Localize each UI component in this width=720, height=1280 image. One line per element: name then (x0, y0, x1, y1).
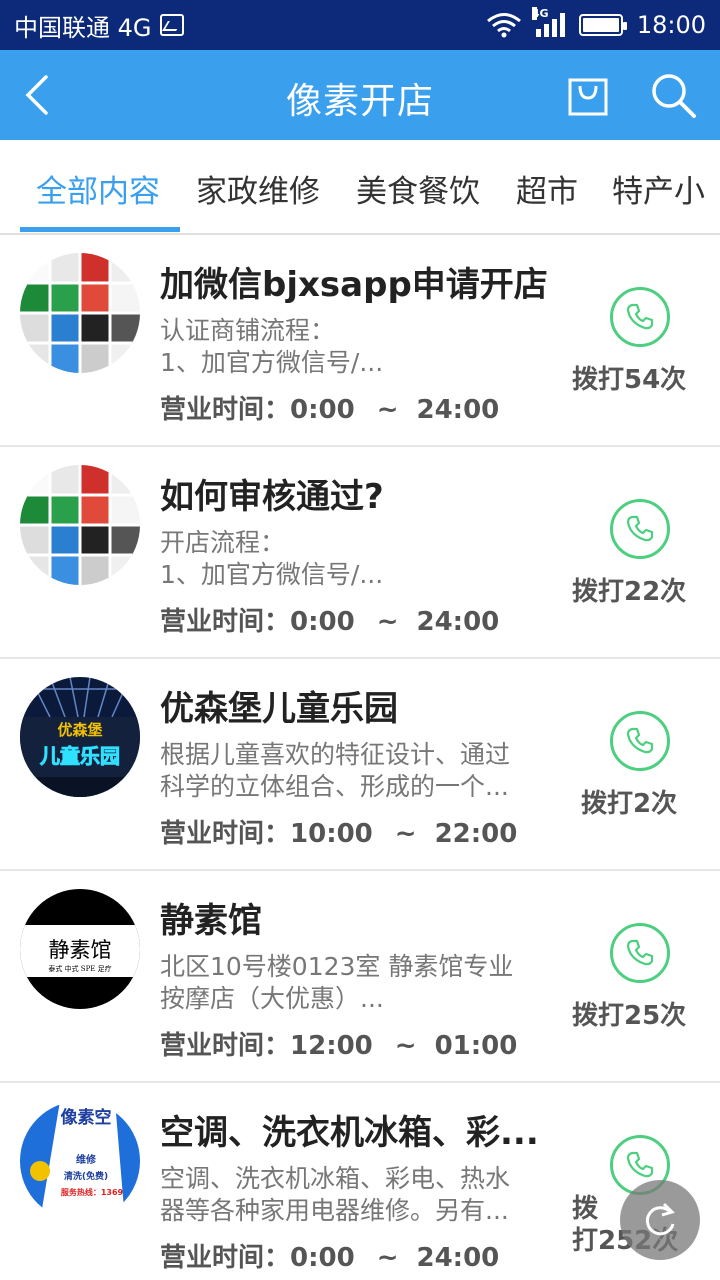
description-line: 按摩店（大优惠）... (160, 984, 384, 1013)
list-item[interactable]: 静素馆 泰式 中式 SPE 足疗 静素馆 北区10号楼0123室 静素馆专业 按… (0, 871, 720, 1083)
hours-label: 营业时间： (160, 607, 291, 637)
description-line: 科学的立体组合、形成的一个... (160, 772, 509, 801)
tab-all[interactable]: 全部内容 (36, 166, 160, 211)
shop-avatar: 静素馆 泰式 中式 SPE 足疗 (20, 889, 140, 1009)
description-line: 1、加官方微信号/... (160, 560, 384, 589)
description-line: 认证商铺流程： (160, 316, 336, 345)
hours-label: 营业时间： (160, 819, 291, 849)
refresh-icon (645, 1202, 675, 1236)
carrier-label: 中国联通 4G (14, 13, 152, 42)
shop-avatar: 优森堡 儿童乐园 (20, 677, 140, 797)
call-count: 拨打2次 (581, 789, 678, 819)
hours-separator: ~ (376, 607, 399, 637)
shop-description: 认证商铺流程： 1、加官方微信号/... (160, 315, 560, 379)
description-line: 开店流程： (160, 528, 286, 557)
shop-title: 静素馆 (160, 901, 262, 941)
hours-separator: ~ (394, 1031, 417, 1061)
refresh-button[interactable] (620, 1180, 700, 1260)
description-line: 1、加官方微信号/... (160, 348, 384, 377)
app-header: 像素开店 (0, 50, 720, 140)
business-hours: 营业时间：12:00 ~01:00 (160, 1025, 517, 1062)
business-hours: 营业时间：0:00 ~24:00 (160, 389, 499, 426)
hours-separator: ~ (376, 395, 399, 425)
status-bar: 中国联通 4G 4G 18:00 (0, 0, 720, 50)
active-tab-indicator (20, 227, 180, 232)
description-line: 空调、洗衣机冰箱、彩电、热水 (160, 1164, 511, 1193)
close-time: 22:00 (434, 819, 518, 849)
shop-description: 开店流程： 1、加官方微信号/... (160, 527, 560, 591)
close-time: 24:00 (416, 607, 500, 637)
shop-description: 空调、洗衣机冰箱、彩电、热水 器等各种家用电器维修。另有... (160, 1163, 560, 1227)
hours-label: 营业时间： (160, 395, 291, 425)
call-count: 拨打54次 (572, 365, 687, 395)
logo-text: 静素馆 (49, 938, 112, 962)
search-icon[interactable] (648, 70, 698, 120)
shop-title: 加微信bjxsapp申请开店 (160, 265, 548, 305)
business-hours: 营业时间：0:00 ~24:00 (160, 1237, 499, 1274)
list-item[interactable]: 像素空 维修 清洗(免费) 服务热线：1369 空调、洗衣机冰箱、彩... 空调… (0, 1083, 720, 1280)
description-line: 北区10号楼0123室 静素馆专业 (160, 952, 514, 981)
tab-housekeeping-repair[interactable]: 家政维修 (196, 166, 320, 211)
open-time: 0:00 (290, 607, 355, 637)
hours-separator: ~ (376, 1243, 399, 1273)
battery-icon (578, 14, 627, 36)
list-item[interactable]: 优森堡 儿童乐园 优森堡儿童乐园 根据儿童喜欢的特征设计、通过 科学的立体组合、… (0, 659, 720, 871)
logo-text: 优森堡 (57, 721, 102, 739)
open-time: 0:00 (290, 395, 355, 425)
logo-subtext: 泰式 中式 SPE 足疗 (48, 964, 111, 973)
business-hours: 营业时间：0:00 ~24:00 (160, 601, 499, 638)
hours-separator: ~ (394, 819, 417, 849)
page-title: 像素开店 (285, 81, 434, 122)
close-time: 24:00 (416, 395, 500, 425)
logo-text: 服务热线：1369 (61, 1187, 124, 1197)
open-time: 10:00 (290, 819, 373, 849)
category-tabs: 全部内容 家政维修 美食餐饮 超市 特产小 (0, 140, 720, 235)
network-type-label: 4G (531, 7, 549, 20)
logo-text: 清洗(免费) (64, 1170, 108, 1182)
business-hours: 营业时间：10:00 ~22:00 (160, 813, 517, 850)
hours-label: 营业时间： (160, 1031, 291, 1061)
call-button[interactable] (610, 923, 670, 983)
tab-local-specialty[interactable]: 特产小 (612, 166, 705, 211)
call-button[interactable] (610, 287, 670, 347)
shopping-bag-icon[interactable] (566, 74, 610, 118)
shop-avatar (20, 465, 140, 585)
image-notification-icon (159, 14, 184, 36)
close-time: 01:00 (434, 1031, 518, 1061)
shop-list: 加微信bjxsapp申请开店 认证商铺流程： 1、加官方微信号/... 营业时间… (0, 235, 720, 1280)
phone-icon (626, 727, 654, 754)
phone-icon (626, 303, 654, 330)
shop-title: 如何审核通过? (160, 477, 384, 517)
description-line: 器等各种家用电器维修。另有... (160, 1196, 509, 1225)
open-time: 0:00 (290, 1243, 355, 1273)
tab-food-dining[interactable]: 美食餐饮 (356, 166, 480, 211)
open-time: 12:00 (290, 1031, 373, 1061)
close-time: 24:00 (416, 1243, 500, 1273)
shop-avatar: 像素空 维修 清洗(免费) 服务热线：1369 (20, 1101, 140, 1221)
list-item[interactable]: 如何审核通过? 开店流程： 1、加官方微信号/... 营业时间：0:00 ~24:… (0, 447, 720, 659)
call-count: 拨打25次 (572, 1001, 687, 1031)
logo-text: 维修 (76, 1153, 97, 1166)
logo-text: 儿童乐园 (39, 744, 120, 768)
phone-icon (626, 515, 654, 542)
hours-label: 营业时间： (160, 1243, 291, 1273)
logo-text: 像素空 (61, 1107, 112, 1128)
call-button[interactable] (610, 499, 670, 559)
shop-description: 北区10号楼0123室 静素馆专业 按摩店（大优惠）... (160, 951, 560, 1015)
call-button[interactable] (610, 711, 670, 771)
shop-avatar (20, 253, 140, 373)
phone-icon (626, 1151, 654, 1178)
shop-title: 优森堡儿童乐园 (160, 689, 398, 729)
list-item[interactable]: 加微信bjxsapp申请开店 认证商铺流程： 1、加官方微信号/... 营业时间… (0, 235, 720, 447)
shop-title: 空调、洗衣机冰箱、彩... (160, 1113, 539, 1153)
chevron-left-icon[interactable] (22, 75, 62, 115)
signal-icon: 4G (531, 7, 565, 37)
shop-description: 根据儿童喜欢的特征设计、通过 科学的立体组合、形成的一个... (160, 739, 560, 803)
clock: 18:00 (636, 11, 706, 39)
call-count: 拨打22次 (572, 577, 687, 607)
tab-supermarket[interactable]: 超市 (516, 166, 578, 211)
description-line: 根据儿童喜欢的特征设计、通过 (160, 740, 511, 769)
phone-icon (626, 939, 654, 966)
wifi-icon (486, 13, 521, 38)
